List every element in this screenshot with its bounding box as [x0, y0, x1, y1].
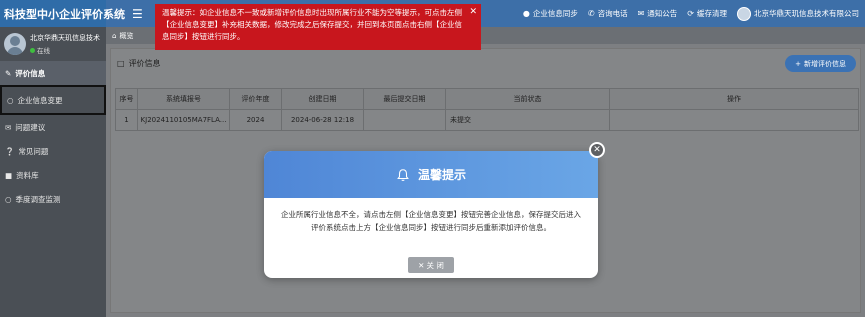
- sidebar-item-label: 评价信息: [15, 68, 46, 78]
- column-header: 评价年度: [229, 88, 282, 110]
- sidebar-item-label: 资料库: [16, 170, 39, 180]
- sidebar-item-label: 企业信息变更: [17, 95, 63, 105]
- cache-icon: ⟳: [687, 9, 694, 18]
- plus-icon: +: [795, 59, 801, 68]
- clear-cache-button[interactable]: ⟳ 缓存清理: [687, 8, 727, 19]
- online-dot-icon: [30, 47, 35, 53]
- sidebar-item-company-change[interactable]: ○ 企业信息变更: [0, 85, 106, 115]
- menu-toggle-icon[interactable]: ☰: [132, 7, 143, 21]
- user-panel: 北京华鼎天玑信息技术 在线: [0, 27, 106, 61]
- close-icon: ✕: [418, 260, 425, 270]
- cache-label: 缓存清理: [697, 9, 727, 18]
- dialog-title: 温馨提示: [417, 168, 466, 182]
- table-header-row: 序号 系统填报号 评价年度 创建日期 最后提交日期 当前状态 操作: [115, 88, 859, 110]
- warning-text: 温馨提示：如企业信息不一致或新增评价信息时出现所属行业不能为空等提示，可点击左侧…: [162, 8, 462, 41]
- user-name: 北京华鼎天玑信息技术: [30, 34, 100, 42]
- chat-icon: ✉: [5, 122, 12, 132]
- evaluation-table: 序号 系统填报号 评价年度 创建日期 最后提交日期 当前状态 操作 1 KJ20…: [115, 88, 859, 131]
- column-header: 最后提交日期: [363, 88, 446, 110]
- column-header: 序号: [115, 88, 138, 110]
- company-name: 北京华鼎天玑信息技术有限公司: [754, 9, 859, 18]
- table-cell: [609, 109, 859, 131]
- sidebar-item-label: 季度调查监测: [15, 194, 61, 204]
- sidebar-item-faq[interactable]: ❔ 常见问题: [0, 139, 106, 163]
- sidebar-item-label: 问题建议: [15, 122, 46, 132]
- column-header: 系统填报号: [137, 88, 230, 110]
- dialog-close-label: 关 闭: [426, 260, 444, 270]
- circle-icon: ○: [7, 95, 14, 105]
- hotline-label: 咨询电话: [597, 9, 628, 18]
- column-header: 当前状态: [445, 88, 610, 110]
- panel-title: □ 评价信息: [117, 58, 161, 69]
- home-icon: ⌂: [112, 31, 117, 40]
- sidebar-item-quarterly-survey[interactable]: ○ 季度调查监测: [0, 187, 106, 211]
- folder-icon: ■: [5, 170, 13, 180]
- warning-banner: 温馨提示：如企业信息不一致或新增评价信息时出现所属行业不能为空等提示，可点击左侧…: [155, 4, 481, 50]
- sync-label: 企业信息同步: [532, 9, 578, 18]
- panel-title-text: 评价信息: [128, 59, 161, 68]
- dialog-header: 温馨提示: [264, 151, 598, 198]
- tab-overview[interactable]: 概览: [119, 31, 133, 41]
- table-cell: 2024-06-28 12:18: [281, 109, 364, 131]
- header-actions: ● 企业信息同步 ✆ 咨询电话 ✉ 通知公告 ⟳ 缓存清理 北京华鼎天玑信息技术…: [523, 0, 859, 27]
- user-icon: ●: [522, 9, 530, 18]
- table-cell: [363, 109, 446, 131]
- add-evaluation-label: 新增评价信息: [804, 59, 846, 68]
- account-menu[interactable]: 北京华鼎天玑信息技术有限公司: [737, 6, 859, 21]
- edit-icon: ✎: [5, 68, 12, 78]
- column-header: 创建日期: [281, 88, 364, 110]
- notice-label: 通知公告: [647, 9, 678, 18]
- close-icon[interactable]: ✕: [469, 6, 477, 18]
- dialog-close-icon[interactable]: ✕: [589, 142, 605, 158]
- sidebar-item-evaluation[interactable]: ✎ 评价信息: [0, 61, 106, 85]
- table-cell: 未提交: [445, 109, 610, 131]
- notice-dialog: 温馨提示 ✕ 企业所属行业信息不全，请点击左侧【企业信息变更】按钮完善企业信息，…: [264, 142, 605, 278]
- user-status: 在线: [30, 45, 104, 55]
- table-cell: 2024: [229, 109, 282, 131]
- table-cell: KJ2024110105MA7FLA...: [137, 109, 230, 131]
- bell-icon: [397, 168, 409, 181]
- phone-icon: ✆: [587, 9, 595, 18]
- sidebar: 北京华鼎天玑信息技术 在线 ✎ 评价信息 ○ 企业信息变更 ✉ 问题建议 ❔ 常…: [0, 27, 106, 317]
- question-icon: ❔: [5, 146, 15, 156]
- add-evaluation-button[interactable]: + 新增评价信息: [785, 55, 856, 72]
- sidebar-item-library[interactable]: ■ 资料库: [0, 163, 106, 187]
- column-header: 操作: [609, 88, 859, 110]
- notice-icon: ✉: [637, 9, 645, 18]
- sync-company-info-button[interactable]: ● 企业信息同步: [523, 8, 578, 19]
- avatar: [4, 33, 26, 55]
- dialog-message: 企业所属行业信息不全，请点击左侧【企业信息变更】按钮完善企业信息，保存提交后进入…: [281, 210, 581, 232]
- sidebar-item-label: 常见问题: [18, 146, 49, 156]
- table-cell: 1: [115, 109, 138, 131]
- dialog-close-button[interactable]: ✕ 关 闭: [408, 257, 454, 273]
- table-row[interactable]: 1 KJ2024110105MA7FLA... 2024 2024-06-28 …: [115, 109, 859, 131]
- circle-icon: ○: [5, 194, 12, 204]
- user-status-label: 在线: [37, 47, 50, 55]
- document-icon: □: [117, 59, 125, 68]
- app-title: 科技型中小企业评价系统: [0, 0, 125, 27]
- avatar-icon: [737, 6, 751, 21]
- notice-button[interactable]: ✉ 通知公告: [638, 8, 678, 19]
- sidebar-item-suggestions[interactable]: ✉ 问题建议: [0, 115, 106, 139]
- hotline-button[interactable]: ✆ 咨询电话: [588, 8, 628, 19]
